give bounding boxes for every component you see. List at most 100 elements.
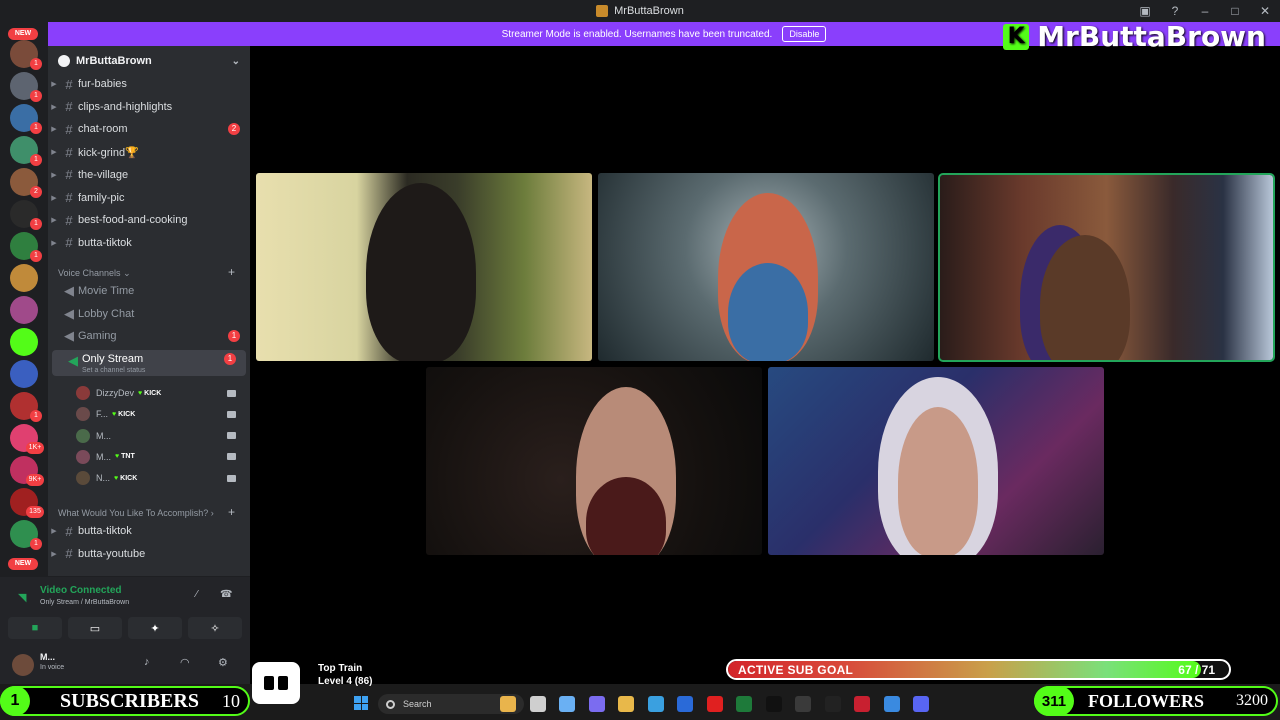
taskbar-app-icon[interactable] [588, 696, 605, 712]
participant-figure [898, 407, 978, 555]
server-icon[interactable] [10, 264, 38, 292]
mention-badge: 2 [228, 123, 240, 136]
voice-member[interactable]: N... ♥ KICK [76, 469, 246, 487]
avatar [76, 471, 90, 486]
video-tile[interactable] [598, 173, 934, 361]
server-badge: 9K+ [26, 474, 44, 486]
camera-icon [227, 453, 236, 461]
channel-name: butta-tiktok [78, 525, 132, 537]
headphones-icon[interactable]: ◠ [180, 656, 190, 669]
taskbar-app-icon[interactable] [765, 696, 782, 712]
channel-butta-tiktok[interactable]: ▶ # butta-tiktok [48, 521, 250, 541]
member-name: M... [96, 430, 111, 441]
avatar [76, 428, 90, 443]
taskbar-app-icon[interactable] [647, 696, 664, 712]
channel-family-pic[interactable]: ▶ # family-pic [48, 188, 250, 208]
gear-icon[interactable]: ⚙ [218, 656, 228, 669]
channel-fur-babies[interactable]: ▶ # fur-babies [48, 74, 250, 94]
channel-best-food-and-cooking[interactable]: ▶ # best-food-and-cooking [48, 210, 250, 230]
taskbar-app-icon[interactable] [706, 696, 723, 712]
guild-icon [58, 55, 70, 67]
taskbar-app-icon[interactable] [824, 696, 841, 712]
channel-status[interactable]: Set a channel status [82, 367, 145, 374]
voice-channel[interactable]: ◀ Movie Time [48, 281, 250, 301]
taskbar-app-icon[interactable] [795, 696, 811, 712]
channel-name: kick-grind🏆 [78, 146, 139, 159]
video-tile[interactable] [256, 173, 592, 361]
caret-right-icon: ▶ [51, 126, 57, 134]
chevron-right-icon: › [210, 508, 214, 518]
server-icon[interactable] [10, 328, 38, 356]
user-status: In voice [40, 664, 65, 671]
followers-counter: 311 FOLLOWERS 3200 [1034, 686, 1278, 716]
add-channel-icon[interactable]: + [228, 505, 235, 519]
inbox-icon[interactable]: ▣ [1130, 4, 1160, 18]
channel-chat-room[interactable]: ▶ # chat-room 2 [48, 119, 250, 139]
voice-channel[interactable]: ◀ Gaming 1 [48, 326, 250, 346]
channel-name: Gaming [78, 330, 117, 343]
followers-goal: 3200 [1236, 692, 1268, 709]
taskbar-app-icon[interactable] [618, 696, 634, 712]
taskbar-app-icon[interactable] [854, 696, 870, 712]
guild-header[interactable]: MrButtaBrown ⌄ [48, 46, 250, 76]
add-channel-icon[interactable]: + [228, 265, 235, 279]
member-name: DizzyDev [96, 388, 135, 398]
taskbar-app-icon[interactable] [559, 696, 575, 712]
channel-butta-youtube[interactable]: ▶ # butta-youtube [48, 544, 250, 564]
channel-kick-grind[interactable]: ▶ # kick-grind🏆 [48, 142, 250, 162]
member-tag-label: KICK [118, 410, 136, 418]
server-icon[interactable] [10, 296, 38, 324]
subscribers-label: SUBSCRIBERS [60, 689, 199, 712]
search-placeholder: Search [403, 699, 432, 709]
voice-member[interactable]: F... ♥ KICK [76, 405, 246, 423]
voice-member[interactable]: M... [76, 427, 246, 445]
video-tile[interactable] [768, 367, 1104, 555]
taskbar-app-icon[interactable] [883, 696, 900, 712]
activities-button[interactable]: ✦ [128, 617, 182, 639]
text-channel-icon: # [65, 144, 73, 160]
video-tile[interactable] [426, 367, 762, 555]
channel-name: butta-tiktok [78, 236, 132, 249]
close-button[interactable]: ✕ [1250, 4, 1280, 18]
screen-share-button[interactable]: ▭ [68, 617, 122, 639]
help-icon[interactable]: ? [1160, 4, 1190, 18]
server-icon[interactable] [10, 360, 38, 388]
member-tag-label: TNT [121, 453, 135, 461]
channel-clips-and-highlights[interactable]: ▶ # clips-and-highlights [48, 97, 250, 117]
camera-button[interactable]: ■ [8, 617, 62, 639]
taskbar-app-icon[interactable] [677, 696, 693, 712]
disconnect-icon[interactable]: ☎ [220, 589, 232, 600]
voice-connection-panel: ◥ Video Connected Only Stream / MrButtaB… [0, 576, 250, 646]
voice-channel[interactable]: ◀ Lobby Chat [48, 304, 250, 324]
voice-member[interactable]: M... ♥ TNT [76, 448, 246, 466]
soundboard-button[interactable]: ✧ [188, 617, 242, 639]
noise-suppression-icon[interactable]: ⁄ [196, 589, 198, 600]
caret-right-icon: ▶ [51, 81, 57, 88]
windows-start-icon[interactable] [354, 696, 368, 710]
taskbar-app-icon[interactable] [913, 696, 929, 712]
channel-butta-tiktok[interactable]: ▶ # butta-tiktok [48, 233, 250, 253]
category-label: What Would You Like To Accomplish? [58, 508, 209, 518]
speaker-icon: ◀ [64, 328, 74, 344]
minimize-button[interactable]: – [1190, 4, 1220, 18]
taskbar-app-icon[interactable] [500, 696, 516, 712]
channel-name: the-village [78, 168, 129, 181]
voice-member[interactable]: DizzyDev ♥ KICK [76, 384, 246, 402]
signal-icon[interactable]: ◥ [18, 591, 26, 604]
video-tile-speaking[interactable] [938, 173, 1275, 362]
window-title: MrButtaBrown [614, 5, 684, 17]
voice-location[interactable]: Only Stream / MrButtaBrown [40, 599, 129, 606]
new-unread-pill[interactable]: NEW [8, 558, 38, 570]
avatar[interactable] [12, 654, 34, 676]
caret-right-icon: ▶ [51, 171, 57, 179]
category-header[interactable]: What Would You Like To Accomplish? › + [58, 505, 235, 519]
channel-the-village[interactable]: ▶ # the-village [48, 165, 250, 185]
voice-channel-active[interactable]: ◀ Only Stream Set a channel status 1 [52, 350, 246, 376]
taskbar-app-icon[interactable] [529, 696, 546, 712]
taskbar-app-icon[interactable] [736, 696, 752, 712]
maximize-button[interactable]: □ [1220, 4, 1250, 18]
microphone-icon[interactable]: ♪ [144, 656, 150, 668]
disable-streamer-mode-button[interactable]: Disable [782, 26, 827, 42]
new-unread-pill[interactable]: NEW [8, 28, 38, 40]
voice-channels-category[interactable]: Voice Channels ⌄ + [58, 265, 235, 279]
